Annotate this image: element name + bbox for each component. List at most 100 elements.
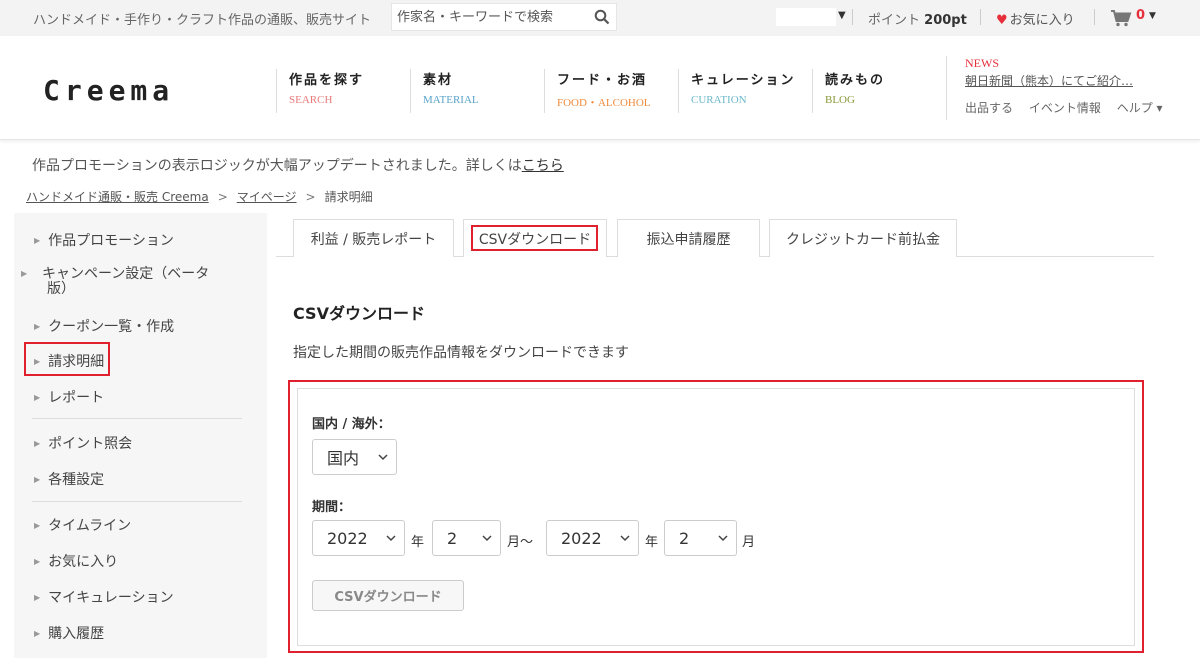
region-select-value: 国内 bbox=[327, 449, 360, 468]
breadcrumb-current: 請求明細 bbox=[324, 190, 373, 204]
notice-text: 作品プロモーションの表示ロジックが大幅アップデートされました。詳しくは bbox=[32, 158, 522, 174]
chevron-right-icon: ▶ bbox=[34, 439, 41, 448]
notice-link[interactable]: こちら bbox=[522, 158, 564, 174]
nav-label: フード・お酒 bbox=[557, 73, 648, 88]
divider bbox=[1094, 9, 1095, 25]
chevron-down-icon bbox=[386, 535, 396, 542]
end-year-value: 2022 bbox=[561, 528, 602, 548]
sidebar-item-label: 各種設定 bbox=[48, 472, 105, 488]
sidebar-item-label: タイムライン bbox=[48, 518, 132, 534]
cart-icon[interactable] bbox=[1110, 9, 1132, 27]
start-month-value: 2 bbox=[447, 528, 458, 548]
section-description: 指定した期間の販売作品情報をダウンロードできます bbox=[293, 345, 629, 361]
news-label: NEWS bbox=[965, 56, 999, 70]
sidebar-item-settings[interactable]: ▶ 各種設定 bbox=[34, 469, 104, 489]
chevron-right-icon: ▶ bbox=[34, 593, 41, 602]
nav-blog[interactable]: 読みもの BLOG bbox=[812, 69, 885, 113]
chevron-down-icon[interactable]: ▼ bbox=[838, 10, 846, 21]
chevron-right-icon: ▶ bbox=[34, 557, 41, 566]
highlight-box-form bbox=[288, 380, 1144, 653]
tab-transfer-history[interactable]: 振込申請履歴 bbox=[617, 219, 760, 257]
points-label: ポイント bbox=[868, 13, 921, 28]
end-month-value: 2 bbox=[679, 528, 690, 548]
chevron-down-icon bbox=[482, 535, 492, 542]
favorites-label: お気に入り bbox=[1009, 13, 1075, 28]
sidebar-item-campaign[interactable]: ▶ キャンペーン設定（ベータ版） bbox=[21, 266, 224, 297]
section-title: CSVダウンロード bbox=[293, 304, 425, 323]
sidebar-item-label: ポイント照会 bbox=[48, 436, 133, 452]
sidebar-divider bbox=[32, 501, 242, 502]
breadcrumb-separator: > bbox=[217, 190, 228, 204]
user-menu[interactable] bbox=[776, 8, 836, 26]
favorites-link[interactable]: ♥ お気に入り bbox=[996, 9, 1075, 28]
sidebar-item-my-curation[interactable]: ▶ マイキュレーション bbox=[34, 587, 174, 607]
search-icon[interactable] bbox=[594, 9, 610, 25]
search-input[interactable] bbox=[392, 4, 582, 30]
end-year-select[interactable]: 2022 bbox=[546, 520, 639, 556]
nav-sublabel: MATERIAL bbox=[423, 94, 479, 106]
news-headline-link[interactable]: 朝日新聞（熊本）にてご紹介… bbox=[965, 72, 1175, 89]
month-unit: 月 bbox=[742, 535, 756, 550]
tab-credit-prepayment[interactable]: クレジットカード前払金 bbox=[769, 219, 957, 257]
sidebar-item-label: キャンペーン設定（ベータ版） bbox=[42, 266, 210, 297]
sidebar-item-label: マイキュレーション bbox=[48, 590, 174, 606]
nav-label: 作品を探す bbox=[289, 73, 365, 88]
csv-download-button[interactable]: CSVダウンロード bbox=[312, 580, 464, 611]
nav-label: 読みもの bbox=[825, 73, 886, 88]
start-year-value: 2022 bbox=[327, 528, 368, 548]
cart-count[interactable]: 0 bbox=[1136, 8, 1145, 23]
sidebar-item-label: レポート bbox=[48, 390, 105, 406]
sidebar-item-promotion[interactable]: ▶ 作品プロモーション bbox=[34, 230, 174, 250]
nav-material[interactable]: 素材 MATERIAL bbox=[410, 69, 479, 113]
sidebar-item-coupon[interactable]: ▶ クーポン一覧・作成 bbox=[34, 316, 174, 336]
breadcrumb-mypage[interactable]: マイページ bbox=[237, 190, 297, 204]
nav-search[interactable]: 作品を探す SEARCH bbox=[276, 69, 364, 113]
divider bbox=[852, 9, 853, 25]
nav-sublabel: CURATION bbox=[691, 94, 747, 106]
divider bbox=[980, 9, 981, 25]
period-label: 期間： bbox=[312, 500, 352, 515]
points-display[interactable]: ポイント 200pt bbox=[868, 9, 967, 28]
year-unit: 年 bbox=[645, 535, 659, 550]
highlight-box-tab bbox=[471, 225, 598, 251]
end-month-select[interactable]: 2 bbox=[664, 520, 737, 556]
month-unit-tilde: 月～ bbox=[507, 535, 534, 550]
sidebar-item-label: お気に入り bbox=[48, 554, 119, 570]
chevron-right-icon: ▶ bbox=[34, 629, 41, 638]
chevron-right-icon: ▶ bbox=[34, 236, 41, 245]
nav-curation[interactable]: キュレーション CURATION bbox=[678, 69, 795, 113]
chevron-right-icon: ▶ bbox=[34, 393, 41, 402]
points-value: 200pt bbox=[924, 13, 967, 28]
sidebar-item-purchase-history[interactable]: ▶ 購入履歴 bbox=[34, 623, 104, 643]
header-links: 出品する イベント情報 ヘルプ ▾ bbox=[965, 99, 1175, 116]
sidebar-divider bbox=[32, 418, 242, 419]
chevron-down-icon bbox=[378, 454, 388, 461]
start-year-select[interactable]: 2022 bbox=[312, 520, 405, 556]
search-box[interactable] bbox=[391, 3, 617, 31]
nav-sublabel: BLOG bbox=[825, 94, 855, 106]
chevron-right-icon: ▶ bbox=[34, 322, 41, 331]
start-month-select[interactable]: 2 bbox=[432, 520, 501, 556]
sidebar-item-label: 作品プロモーション bbox=[48, 233, 174, 249]
breadcrumb-home[interactable]: ハンドメイド通販・販売 Creema bbox=[26, 190, 209, 204]
region-select[interactable]: 国内 bbox=[312, 439, 397, 475]
sidebar-item-label: クーポン一覧・作成 bbox=[48, 319, 175, 335]
nav-food-alcohol[interactable]: フード・お酒 FOOD・ALCOHOL bbox=[544, 69, 651, 113]
nav-label: 素材 bbox=[423, 73, 454, 88]
events-link[interactable]: イベント情報 bbox=[1029, 101, 1101, 115]
chevron-down-icon bbox=[620, 535, 630, 542]
sidebar-item-favorites[interactable]: ▶ お気に入り bbox=[34, 551, 118, 571]
chevron-down-icon bbox=[718, 535, 728, 542]
sell-link[interactable]: 出品する bbox=[965, 101, 1013, 115]
nav-sublabel: FOOD・ALCOHOL bbox=[557, 97, 651, 109]
tab-profit-report[interactable]: 利益 / 販売レポート bbox=[293, 219, 454, 257]
chevron-down-icon[interactable]: ▼ bbox=[1149, 11, 1156, 21]
chevron-right-icon: ▶ bbox=[34, 521, 41, 530]
sidebar-item-report[interactable]: ▶ レポート bbox=[34, 387, 104, 407]
highlight-box-sidebar bbox=[24, 342, 110, 376]
help-menu[interactable]: ヘルプ ▾ bbox=[1117, 101, 1163, 115]
sidebar-item-points[interactable]: ▶ ポイント照会 bbox=[34, 433, 132, 453]
creema-logo[interactable]: Creema bbox=[43, 74, 174, 107]
breadcrumb-separator: > bbox=[305, 190, 316, 204]
sidebar-item-timeline[interactable]: ▶ タイムライン bbox=[34, 515, 131, 535]
